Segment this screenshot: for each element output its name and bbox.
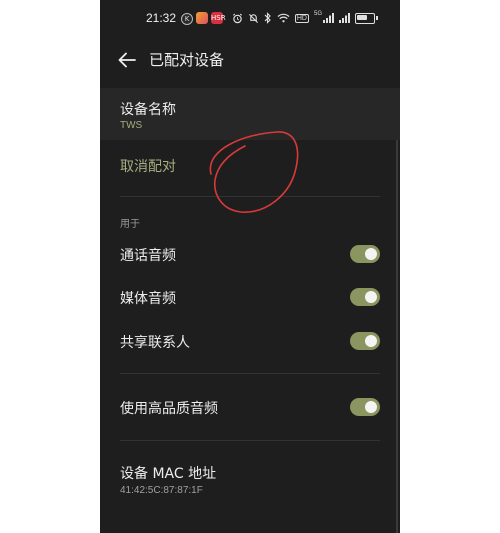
battery-icon <box>355 12 375 24</box>
status-icons: HD 5G <box>232 11 378 25</box>
unpair-button[interactable]: 取消配对 <box>100 140 400 194</box>
media-audio-label: 媒体音频 <box>120 291 176 307</box>
call-audio-label: 通话音频 <box>120 248 176 264</box>
divider <box>120 373 380 374</box>
app-header: 已配对设备 <box>100 38 400 82</box>
device-name-row[interactable]: 设备名称 TWS <box>100 88 400 140</box>
signal-2-icon <box>339 13 350 23</box>
toggle-knob <box>365 291 377 303</box>
mute-icon <box>248 13 258 23</box>
setting-row-media-audio[interactable]: 媒体音频 <box>100 277 400 317</box>
media-audio-toggle[interactable] <box>350 288 380 306</box>
toggle-knob <box>365 401 377 413</box>
toggle-knob <box>365 335 377 347</box>
share-contacts-toggle[interactable] <box>350 332 380 350</box>
divider <box>120 440 380 441</box>
divider <box>120 196 380 197</box>
toggle-knob <box>365 248 377 260</box>
battery-tip <box>376 16 378 20</box>
device-name-label: 设备名称 <box>120 102 176 118</box>
app-hsr-icon: HSR <box>211 12 226 24</box>
hd-badge: HD <box>294 13 309 23</box>
phone-screen: 21:32 K HSR HD 5G 已配对设备 设备名称 TWS 取消配对 用于… <box>100 0 400 533</box>
wifi-icon <box>277 13 290 23</box>
arrow-left-icon[interactable] <box>116 50 138 70</box>
scrollbar[interactable] <box>396 140 398 533</box>
alarm-icon <box>232 13 242 23</box>
share-contacts-label: 共享联系人 <box>120 335 190 351</box>
setting-row-share-contacts[interactable]: 共享联系人 <box>100 321 400 361</box>
network-type-label: 5G <box>313 11 322 17</box>
device-name-value: TWS <box>120 120 143 131</box>
page-title: 已配对设备 <box>149 51 225 69</box>
mac-address-label: 设备 MAC 地址 <box>120 466 217 482</box>
mac-address-value: 41:42:5C:87:87:1F <box>120 485 203 496</box>
signal-icon <box>323 13 334 23</box>
setting-row-hq-audio[interactable]: 使用高品质音频 <box>100 387 400 427</box>
setting-row-call-audio[interactable]: 通话音频 <box>100 234 400 274</box>
status-time: 21:32 <box>146 11 177 25</box>
app-k-icon: K <box>181 13 193 25</box>
call-audio-toggle[interactable] <box>350 245 380 263</box>
hq-audio-label: 使用高品质音频 <box>120 401 218 417</box>
app-notification-icon <box>196 12 208 24</box>
status-bar: 21:32 K HSR HD 5G <box>100 0 400 36</box>
hq-audio-toggle[interactable] <box>350 398 380 416</box>
unpair-label: 取消配对 <box>120 159 176 175</box>
section-label-used-for: 用于 <box>120 219 140 230</box>
bluetooth-icon <box>264 12 271 24</box>
